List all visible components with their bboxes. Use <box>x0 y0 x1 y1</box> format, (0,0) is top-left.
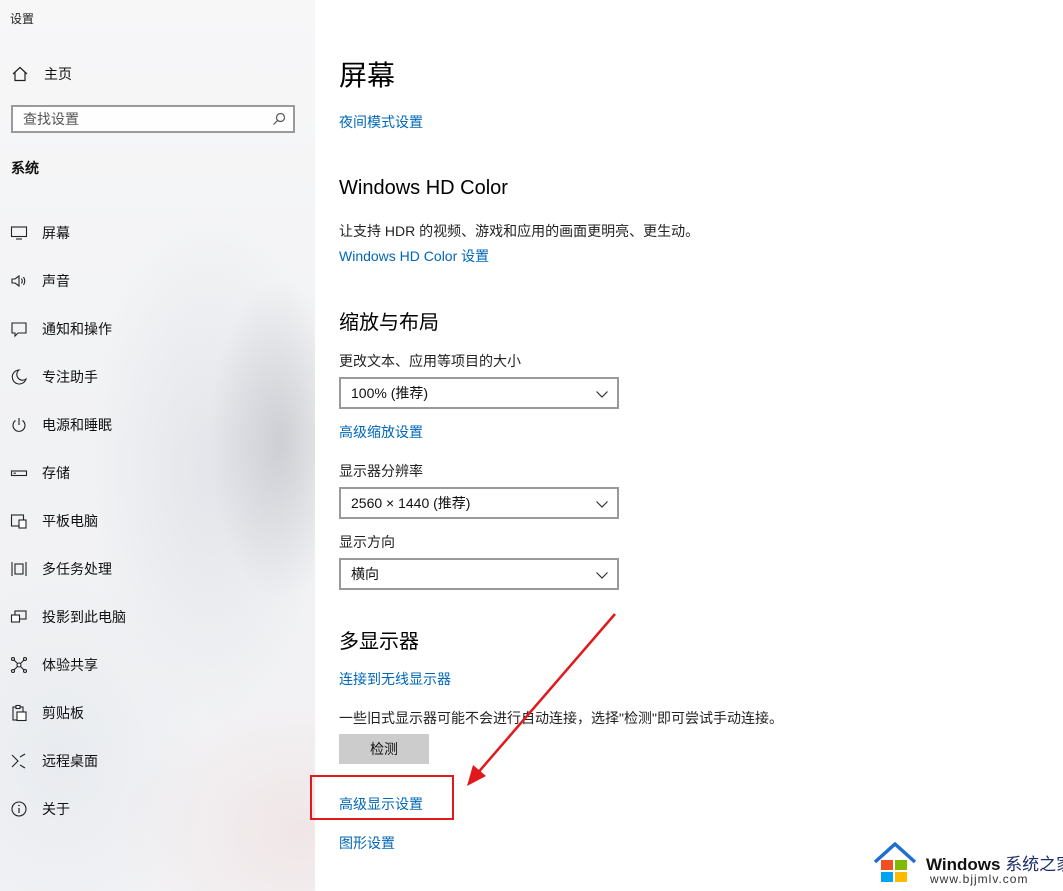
power-icon <box>10 416 28 434</box>
sidebar-item-shared-experiences[interactable]: 体验共享 <box>0 641 315 689</box>
sidebar-item-multitasking[interactable]: 多任务处理 <box>0 545 315 593</box>
graphics-settings-link[interactable]: 图形设置 <box>339 833 395 853</box>
home-icon <box>10 64 30 84</box>
sidebar-item-remote-desktop[interactable]: 远程桌面 <box>0 737 315 785</box>
notification-icon <box>10 320 28 338</box>
chevron-down-icon <box>595 568 609 582</box>
advanced-scaling-link[interactable]: 高级缩放设置 <box>339 422 423 442</box>
resolution-value: 2560 × 1440 (推荐) <box>351 495 471 511</box>
sidebar-item-label: 通知和操作 <box>42 321 112 337</box>
info-icon <box>10 800 28 818</box>
scale-layout-heading: 缩放与布局 <box>339 312 439 334</box>
chevron-down-icon <box>595 387 609 401</box>
window-title: 设置 <box>10 12 35 26</box>
project-icon <box>10 608 28 626</box>
scale-dropdown[interactable]: 100% (推荐) <box>339 377 619 409</box>
sidebar-item-sound[interactable]: 声音 <box>0 257 315 305</box>
sidebar-item-notifications[interactable]: 通知和操作 <box>0 305 315 353</box>
sidebar-item-clipboard[interactable]: 剪贴板 <box>0 689 315 737</box>
sidebar-item-label: 关于 <box>42 801 70 817</box>
hd-color-heading: Windows HD Color <box>339 177 508 199</box>
sidebar-item-label: 存储 <box>42 465 70 481</box>
sidebar-item-display[interactable]: 屏幕 <box>0 209 315 257</box>
chevron-down-icon <box>595 497 609 511</box>
sidebar-item-label: 专注助手 <box>42 369 98 385</box>
sidebar-item-label: 平板电脑 <box>42 513 98 529</box>
home-label: 主页 <box>44 66 72 82</box>
home-nav-item[interactable]: 主页 <box>10 62 72 86</box>
remote-desktop-icon <box>10 752 28 770</box>
search-icon[interactable] <box>272 112 286 126</box>
orientation-value: 横向 <box>351 566 379 582</box>
main-content: 屏幕 夜间模式设置 Windows HD Color 让支持 HDR 的视频、游… <box>315 0 1063 891</box>
share-icon <box>10 656 28 674</box>
orientation-dropdown[interactable]: 横向 <box>339 558 619 590</box>
connect-wireless-display-link[interactable]: 连接到无线显示器 <box>339 669 451 689</box>
house-logo-icon <box>873 842 917 882</box>
sidebar-item-label: 剪贴板 <box>42 705 84 721</box>
multi-display-heading: 多显示器 <box>339 631 419 653</box>
search-box[interactable] <box>11 105 295 133</box>
page-title: 屏幕 <box>339 60 396 91</box>
annotation-highlight-box <box>310 775 454 820</box>
sidebar-item-storage[interactable]: 存储 <box>0 449 315 497</box>
multitask-icon <box>10 560 28 578</box>
sidebar-item-tablet[interactable]: 平板电脑 <box>0 497 315 545</box>
sidebar-item-focus-assist[interactable]: 专注助手 <box>0 353 315 401</box>
sidebar-item-power-sleep[interactable]: 电源和睡眠 <box>0 401 315 449</box>
orientation-label: 显示方向 <box>339 534 395 550</box>
tablet-icon <box>10 512 28 530</box>
sidebar-item-label: 远程桌面 <box>42 753 98 769</box>
speaker-icon <box>10 272 28 290</box>
section-title-system: 系统 <box>11 160 39 176</box>
sidebar-nav: 屏幕 声音 通知和操作 专注助手 电源和睡眠 存储 平板电脑 多任务处理 投影到… <box>0 209 315 833</box>
sidebar-item-label: 声音 <box>42 273 70 289</box>
detect-note: 一些旧式显示器可能不会进行自动连接，选择"检测"即可尝试手动连接。 <box>339 710 783 726</box>
scale-value: 100% (推荐) <box>351 385 429 401</box>
search-input[interactable] <box>13 107 263 131</box>
storage-icon <box>10 464 28 482</box>
detect-button[interactable]: 检测 <box>339 734 429 764</box>
sidebar: 设置 主页 系统 屏幕 声音 通知和操作 专注助手 <box>0 0 315 891</box>
sidebar-item-label: 屏幕 <box>42 225 70 241</box>
sidebar-item-label: 体验共享 <box>42 657 98 673</box>
monitor-icon <box>10 224 28 242</box>
moon-icon <box>10 368 28 386</box>
sidebar-item-label: 电源和睡眠 <box>42 417 112 433</box>
watermark-url: www.bjjmlv.com <box>930 872 1029 886</box>
hd-color-settings-link[interactable]: Windows HD Color 设置 <box>339 246 489 266</box>
resolution-label: 显示器分辨率 <box>339 463 423 479</box>
sidebar-item-project-to-pc[interactable]: 投影到此电脑 <box>0 593 315 641</box>
sidebar-item-label: 投影到此电脑 <box>42 609 126 625</box>
clipboard-icon <box>10 704 28 722</box>
night-light-settings-link[interactable]: 夜间模式设置 <box>339 112 423 132</box>
watermark: Windows 系统之家 www.bjjmlv.com <box>872 840 1063 888</box>
scale-label: 更改文本、应用等项目的大小 <box>339 353 521 369</box>
sidebar-item-label: 多任务处理 <box>42 561 112 577</box>
sidebar-item-about[interactable]: 关于 <box>0 785 315 833</box>
resolution-dropdown[interactable]: 2560 × 1440 (推荐) <box>339 487 619 519</box>
hd-color-description: 让支持 HDR 的视频、游戏和应用的画面更明亮、更生动。 <box>339 223 700 239</box>
